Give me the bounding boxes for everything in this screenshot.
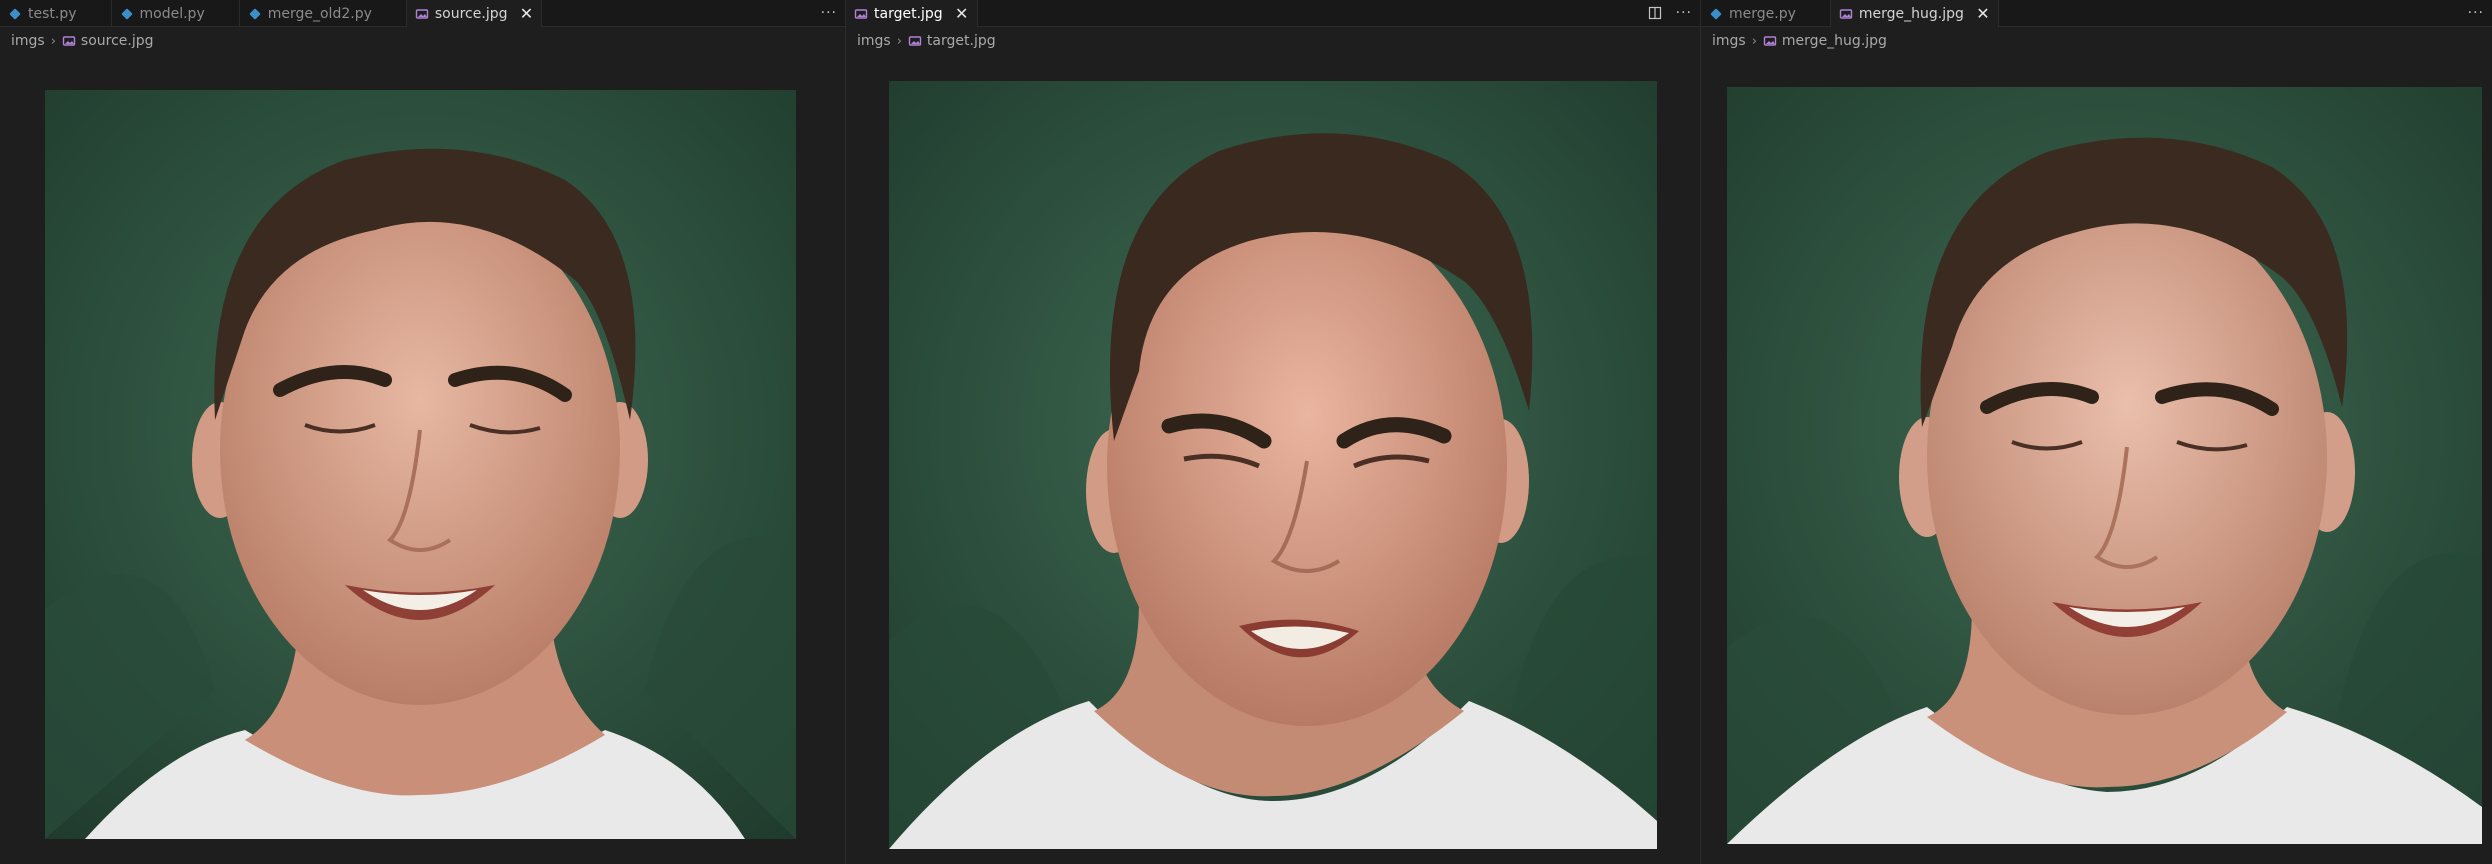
tab-label: merge_hug.jpg	[1858, 5, 1964, 22]
tab-label: merge_old2.py	[267, 5, 372, 22]
tab-test-py[interactable]: test.py ✕	[0, 0, 112, 27]
python-file-icon	[9, 8, 21, 19]
tab-target-jpg[interactable]: target.jpg ✕	[846, 0, 978, 27]
breadcrumb: imgs › merge_hug.jpg	[1712, 30, 1887, 52]
image-file-icon	[854, 8, 868, 19]
ellipsis-icon[interactable]: ···	[821, 5, 837, 21]
image-file-icon	[1839, 8, 1853, 19]
tab-merge-old2-py[interactable]: merge_old2.py ✕	[240, 0, 407, 27]
ellipsis-icon[interactable]: ···	[2468, 5, 2484, 21]
chevron-right-icon: ›	[50, 33, 56, 49]
breadcrumb-folder[interactable]: imgs	[11, 33, 45, 49]
image-file-icon	[62, 36, 76, 46]
tab-label: model.py	[139, 5, 205, 22]
face-photo	[45, 90, 796, 839]
tab-model-py[interactable]: model.py ✕	[112, 0, 240, 27]
tab-source-jpg[interactable]: source.jpg ✕	[406, 0, 543, 27]
close-icon[interactable]: ✕	[955, 4, 969, 23]
breadcrumb-file[interactable]: target.jpg	[927, 33, 996, 49]
close-icon[interactable]: ✕	[519, 4, 533, 23]
tab-label: source.jpg	[434, 5, 508, 22]
tab-merge-hug-jpg[interactable]: merge_hug.jpg ✕	[1830, 0, 1999, 27]
breadcrumb: imgs › source.jpg	[11, 30, 154, 52]
python-file-icon	[249, 8, 260, 19]
tab-label: merge.py	[1729, 5, 1796, 22]
breadcrumb-folder[interactable]: imgs	[1712, 33, 1746, 49]
tab-merge-py[interactable]: merge.py ✕	[1701, 0, 1831, 27]
tab-bar: target.jpg ✕ ···	[846, 0, 1700, 27]
editor-group-2: target.jpg ✕ ··· imgs › target.jpg	[846, 0, 1700, 864]
tab-bar: test.py ✕ model.py ✕ merge_old2.py ✕ sou…	[0, 0, 845, 27]
chevron-right-icon: ›	[896, 33, 902, 49]
python-file-icon	[121, 8, 132, 19]
breadcrumb-file[interactable]: merge_hug.jpg	[1782, 33, 1887, 49]
breadcrumb: imgs › target.jpg	[857, 30, 996, 52]
split-editor-icon[interactable]	[1648, 6, 1662, 20]
image-file-icon	[908, 36, 922, 46]
tab-label: target.jpg	[874, 5, 943, 22]
tab-actions: ···	[821, 0, 845, 26]
face-photo	[889, 81, 1657, 849]
python-file-icon	[1710, 8, 1722, 19]
tab-label: test.py	[28, 5, 77, 22]
breadcrumb-folder[interactable]: imgs	[857, 33, 891, 49]
image-preview	[1727, 87, 2482, 844]
close-icon[interactable]: ✕	[1976, 4, 1990, 23]
chevron-right-icon: ›	[1751, 33, 1757, 49]
image-preview	[889, 81, 1657, 849]
ellipsis-icon[interactable]: ···	[1676, 5, 1692, 21]
tab-actions: ···	[2468, 0, 2492, 26]
image-preview	[45, 90, 796, 839]
editor-group-1: test.py ✕ model.py ✕ merge_old2.py ✕ sou…	[0, 0, 845, 864]
tab-bar: merge.py ✕ merge_hug.jpg ✕ ···	[1701, 0, 2492, 27]
image-file-icon	[415, 8, 429, 19]
image-file-icon	[1763, 36, 1777, 46]
tab-actions: ···	[1648, 0, 1700, 26]
breadcrumb-file[interactable]: source.jpg	[81, 33, 154, 49]
editor-group-3: merge.py ✕ merge_hug.jpg ✕ ··· imgs › me…	[1701, 0, 2492, 864]
face-photo	[1727, 87, 2482, 844]
